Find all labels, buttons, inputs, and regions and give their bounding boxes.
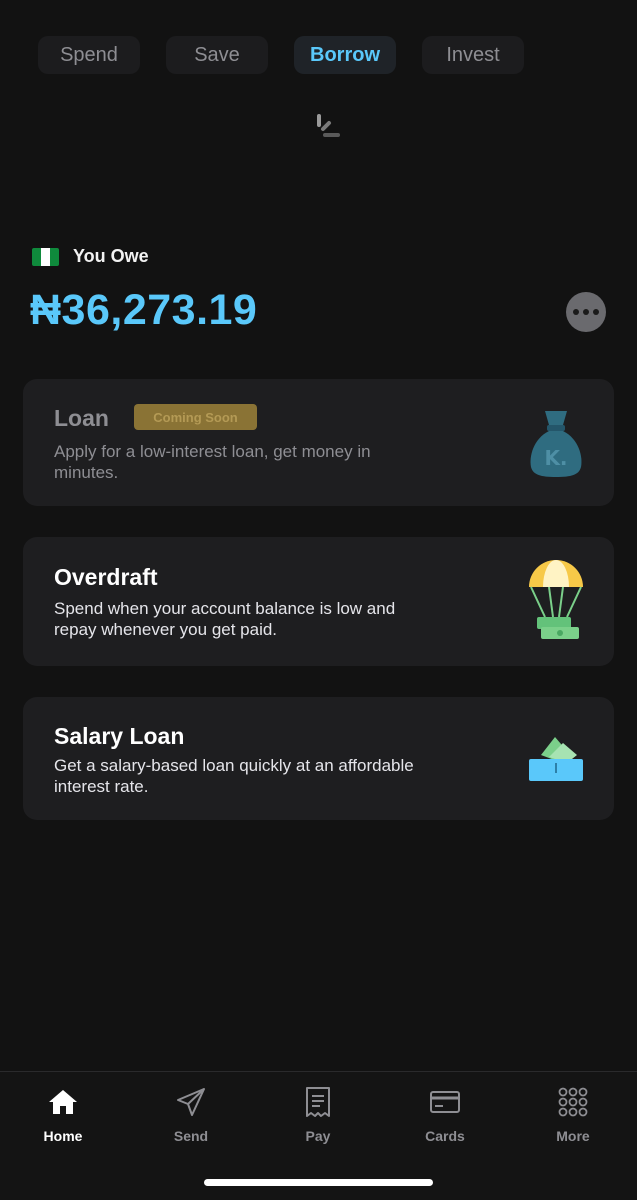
nav-send-label: Send bbox=[173, 1128, 209, 1144]
coming-soon-badge: Coming Soon bbox=[134, 404, 257, 430]
you-owe-row: You Owe bbox=[32, 246, 149, 267]
salary-loan-card[interactable]: Salary Loan Get a salary-based loan quic… bbox=[23, 697, 614, 820]
tab-save[interactable]: Save bbox=[166, 36, 268, 74]
owed-amount: ₦36,273.19 bbox=[30, 286, 258, 334]
send-icon bbox=[177, 1088, 205, 1116]
tab-spend[interactable]: Spend bbox=[38, 36, 140, 74]
overdraft-card[interactable]: Overdraft Spend when your account balanc… bbox=[23, 537, 614, 666]
nav-cards[interactable]: Cards bbox=[400, 1086, 490, 1144]
tab-invest[interactable]: Invest bbox=[422, 36, 524, 74]
nav-pay-label: Pay bbox=[305, 1128, 331, 1144]
salary-loan-title: Salary Loan bbox=[54, 723, 185, 749]
card-icon bbox=[430, 1091, 460, 1113]
nav-cards-label: Cards bbox=[425, 1128, 465, 1144]
svg-text:K.: K. bbox=[544, 446, 567, 470]
home-icon bbox=[49, 1090, 77, 1114]
you-owe-label: You Owe bbox=[73, 246, 149, 266]
receipt-icon bbox=[306, 1087, 330, 1117]
loan-card[interactable]: Loan Coming Soon Apply for a low-interes… bbox=[23, 379, 614, 506]
nav-home[interactable]: Home bbox=[18, 1086, 108, 1144]
overdraft-title: Overdraft bbox=[54, 564, 158, 590]
nav-send[interactable]: Send bbox=[146, 1086, 236, 1144]
borrow-screen: Spend Save Borrow Invest You Owe ₦36,273… bbox=[0, 0, 637, 1200]
more-options-button[interactable] bbox=[566, 292, 606, 332]
grid-dots-icon bbox=[558, 1087, 588, 1117]
loan-description: Apply for a low-interest loan, get money… bbox=[54, 442, 371, 482]
cash-pocket-icon bbox=[529, 737, 583, 781]
nigeria-flag-icon bbox=[32, 247, 59, 266]
tab-borrow[interactable]: Borrow bbox=[294, 36, 396, 74]
loan-title: Loan bbox=[54, 405, 109, 431]
home-indicator[interactable] bbox=[204, 1179, 433, 1186]
dot-icon bbox=[583, 309, 589, 315]
top-tabs: Spend Save Borrow Invest bbox=[38, 36, 524, 74]
nav-pay[interactable]: Pay bbox=[273, 1086, 363, 1144]
nav-more-label: More bbox=[556, 1128, 590, 1144]
overdraft-description: Spend when your account balance is low a… bbox=[54, 599, 396, 639]
nav-home-label: Home bbox=[43, 1128, 83, 1144]
dot-icon bbox=[593, 309, 599, 315]
money-bag-icon: K. bbox=[530, 411, 582, 477]
dot-icon bbox=[573, 309, 579, 315]
loading-spinner-icon bbox=[317, 114, 340, 137]
salary-loan-description: Get a salary-based loan quickly at an af… bbox=[54, 756, 414, 796]
nav-more[interactable]: More bbox=[528, 1086, 618, 1144]
parachute-money-icon bbox=[529, 560, 583, 639]
